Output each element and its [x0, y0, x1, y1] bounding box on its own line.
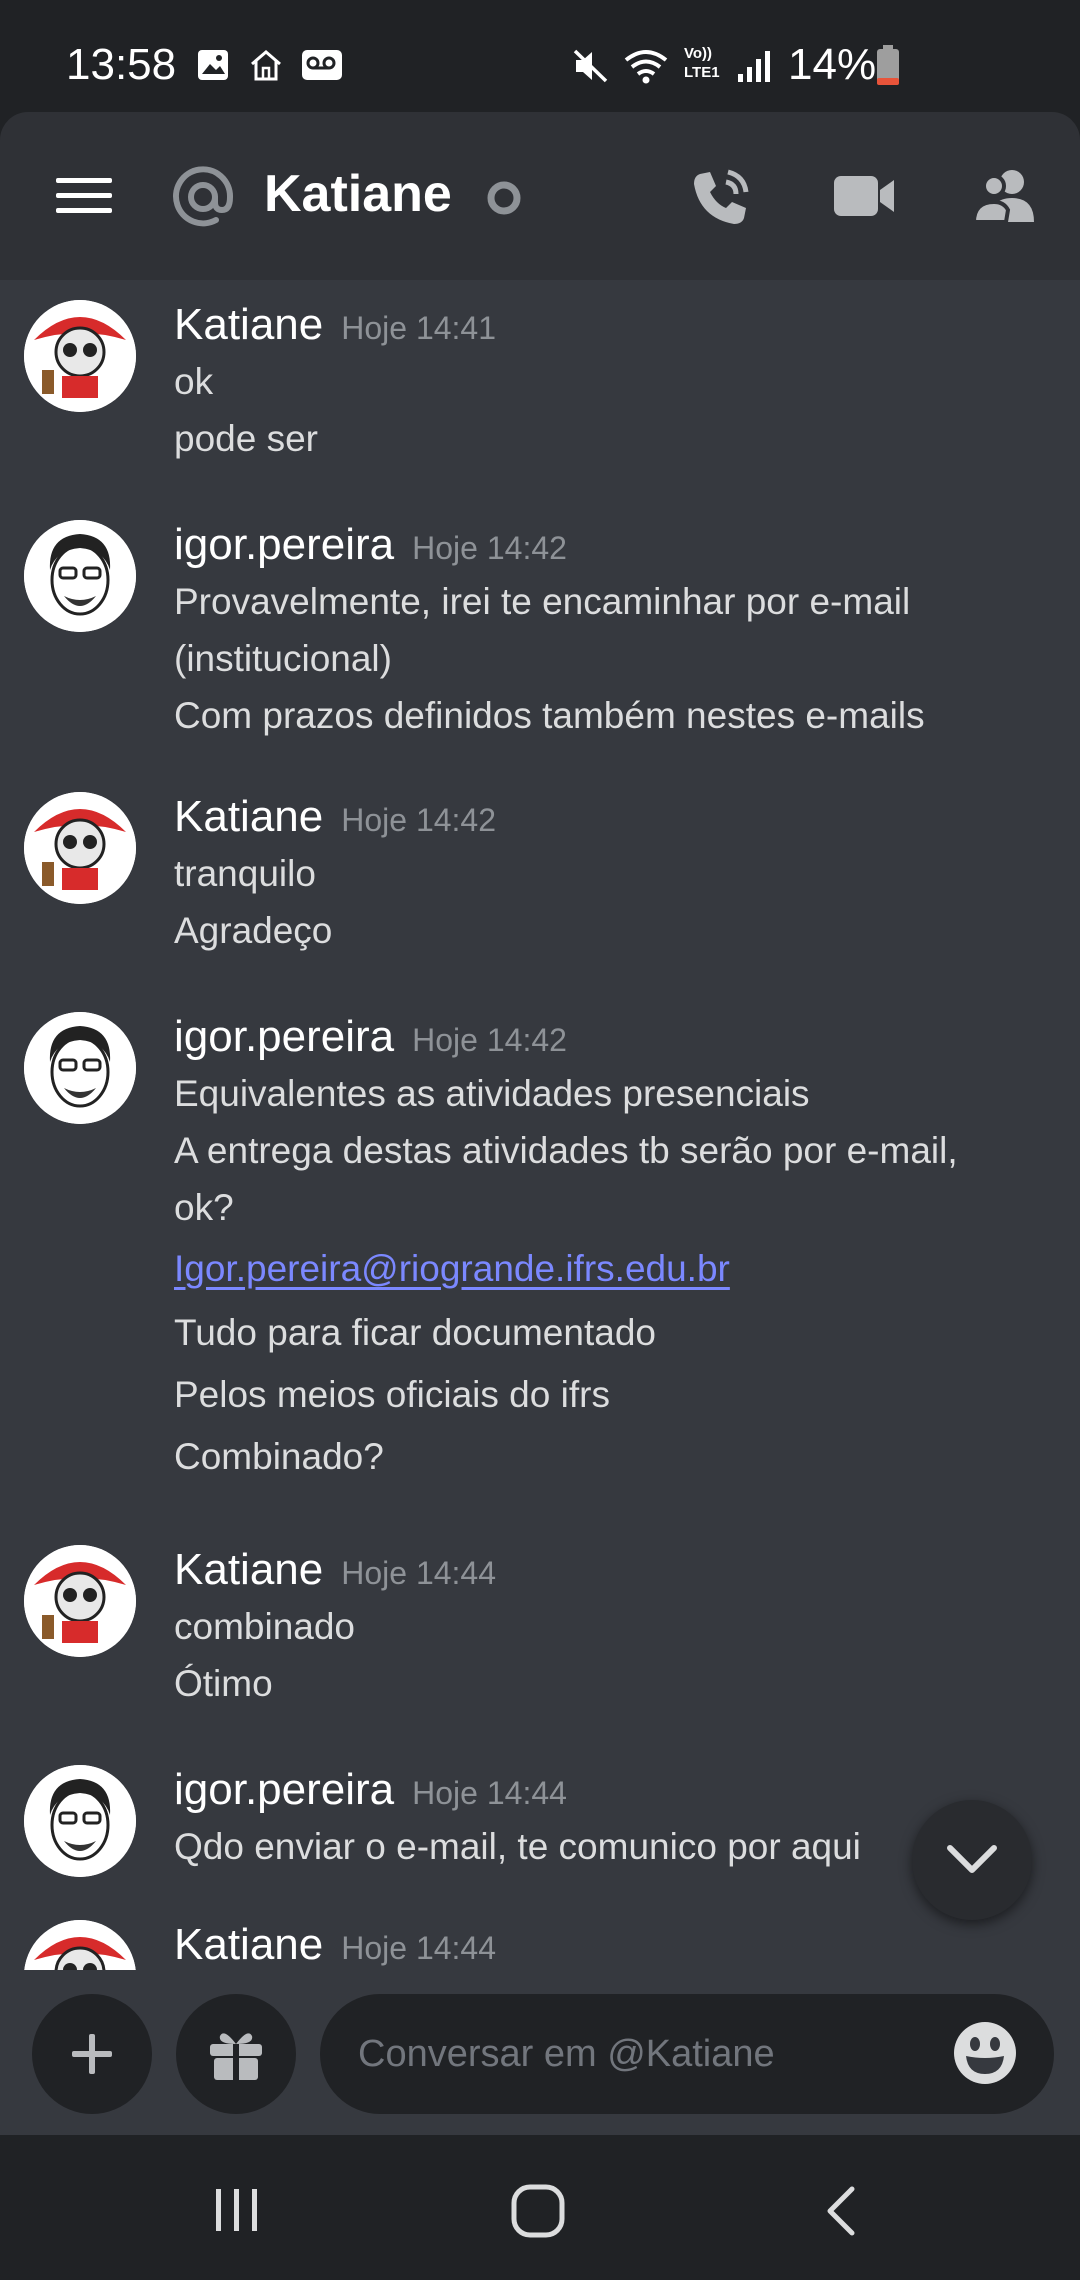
message-content: tranquilo Agradeço — [174, 845, 1014, 959]
voicemail-icon — [302, 50, 342, 80]
recent-apps-icon[interactable] — [212, 2185, 262, 2235]
message-timestamp: Hoje 14:42 — [412, 530, 567, 566]
message-line: Agradeço — [174, 910, 333, 951]
avatar[interactable] — [24, 792, 136, 904]
back-icon[interactable] — [822, 2185, 862, 2237]
message-line: Combinado? — [174, 1436, 384, 1477]
chevron-down-icon — [947, 1845, 997, 1873]
message-line: Qdo enviar o e-mail, te comunico por aqu… — [174, 1826, 861, 1867]
message-line: tranquilo — [174, 853, 316, 894]
emoji-icon[interactable] — [952, 2020, 1018, 2086]
message-content: Provavelmente, irei te encaminhar por e-… — [174, 573, 1014, 744]
message-timestamp: Hoje 14:44 — [341, 1555, 497, 1591]
author-name[interactable]: Katiane — [174, 1920, 323, 1969]
battery-percent: 14% — [788, 40, 877, 89]
gallery-icon — [198, 50, 228, 80]
author-name[interactable]: Katiane — [174, 1545, 323, 1594]
message-composer — [0, 1970, 1080, 2135]
author-name[interactable]: igor.pereira — [174, 520, 394, 569]
video-icon[interactable] — [832, 172, 896, 220]
message-list[interactable]: Katiane Hoje 14:41 ok pode ser igor.perei… — [0, 280, 1080, 1970]
message-timestamp: Hoje 14:42 — [412, 1022, 567, 1058]
message-author[interactable]: Katiane Hoje 14:44 — [174, 1920, 496, 1970]
avatar[interactable] — [24, 1765, 136, 1877]
message-line: Pelos meios oficiais do ifrs — [174, 1374, 610, 1415]
menu-icon[interactable] — [56, 176, 112, 216]
message-line: ok — [174, 361, 214, 402]
battery-icon — [877, 45, 899, 85]
message-author[interactable]: Katiane Hoje 14:41 — [174, 300, 496, 350]
avatar-igor-icon — [24, 520, 136, 632]
system-nav-bar — [0, 2135, 1080, 2280]
avatar[interactable] — [24, 520, 136, 632]
members-icon[interactable] — [972, 166, 1040, 226]
avatar-katiane-icon — [24, 1545, 136, 1657]
message-author[interactable]: igor.pereira Hoje 14:42 — [174, 1012, 567, 1062]
avatar-igor-icon — [24, 1765, 136, 1877]
message-timestamp: Hoje 14:44 — [412, 1775, 567, 1811]
status-offline-icon — [487, 181, 521, 215]
message-line: Ótimo — [174, 1663, 273, 1704]
message-line: Com prazos definidos também nestes e-mai… — [174, 695, 925, 736]
wifi-icon — [624, 50, 668, 84]
message-author[interactable]: Katiane Hoje 14:44 — [174, 1545, 496, 1595]
message-line: Equivalentes as atividades presenciais — [174, 1073, 810, 1114]
page-title: Katiane — [264, 165, 452, 223]
author-name[interactable]: Katiane — [174, 300, 323, 349]
gift-button[interactable] — [176, 1994, 296, 2114]
avatar-igor-icon — [24, 1012, 136, 1124]
gift-icon — [210, 2033, 262, 2080]
message-line: Tudo para ficar documentado — [174, 1312, 656, 1353]
avatar-katiane-icon — [24, 1920, 136, 1970]
avatar[interactable] — [24, 1012, 136, 1124]
message-timestamp: Hoje 14:41 — [341, 310, 497, 346]
message-line: pode ser — [174, 418, 318, 459]
message-author[interactable]: igor.pereira Hoje 14:44 — [174, 1765, 567, 1815]
message-line: combinado — [174, 1606, 356, 1647]
signal-icon — [738, 51, 770, 82]
message-line: ok? — [174, 1187, 234, 1228]
message-line: Provavelmente, irei te encaminhar por e-… — [174, 581, 911, 622]
status-bar: 13:58 Vo)) LTE1 14% — [0, 0, 1080, 112]
home-icon — [251, 50, 281, 81]
message-line: Igor.pereira@riogrande.ifrs.edu.br — [174, 1236, 1014, 1302]
scroll-to-bottom-button[interactable] — [912, 1800, 1032, 1920]
plus-icon — [72, 2034, 112, 2074]
message-timestamp: Hoje 14:42 — [341, 802, 497, 838]
message-content: Equivalentes as atividades presenciais A… — [174, 1065, 1014, 1488]
avatar[interactable] — [24, 300, 136, 412]
message-timestamp: Hoje 14:44 — [341, 1930, 497, 1966]
author-name[interactable]: igor.pereira — [174, 1765, 394, 1814]
message-author[interactable]: igor.pereira Hoje 14:42 — [174, 520, 567, 570]
add-attachment-button[interactable] — [32, 1994, 152, 2114]
message-line: A entrega destas atividades tb serão por… — [174, 1130, 958, 1171]
avatar-katiane-icon — [24, 300, 136, 412]
message-content: combinado Ótimo — [174, 1598, 1014, 1712]
avatar[interactable] — [24, 1920, 136, 1970]
message-content: ok pode ser — [174, 353, 1014, 467]
volte-icon: Vo)) LTE1 — [684, 45, 720, 81]
message-line: (institucional) — [174, 638, 392, 679]
avatar-katiane-icon — [24, 792, 136, 904]
message-input[interactable] — [320, 1994, 1054, 2114]
author-name[interactable]: igor.pereira — [174, 1012, 394, 1061]
message-content: Qdo enviar o e-mail, te comunico por aqu… — [174, 1818, 1014, 1875]
at-icon — [173, 166, 234, 227]
avatar[interactable] — [24, 1545, 136, 1657]
mute-icon — [573, 49, 608, 83]
message-author[interactable]: Katiane Hoje 14:42 — [174, 792, 496, 842]
channel-header: Katiane — [0, 112, 1080, 280]
call-icon[interactable] — [688, 166, 752, 230]
home-button-icon[interactable] — [510, 2183, 566, 2239]
email-link[interactable]: Igor.pereira@riogrande.ifrs.edu.br — [174, 1248, 730, 1289]
author-name[interactable]: Katiane — [174, 792, 323, 841]
status-time: 13:58 — [66, 40, 177, 89]
